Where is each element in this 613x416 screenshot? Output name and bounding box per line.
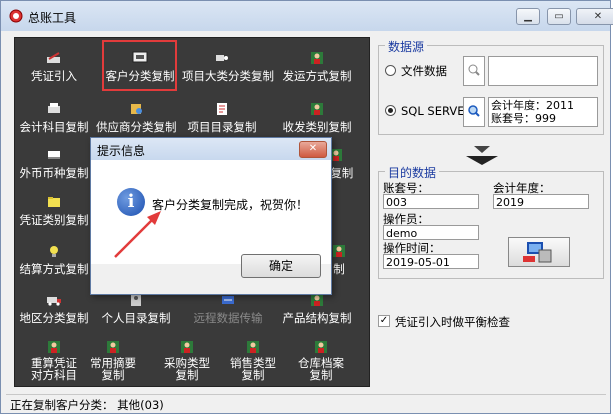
person-icon xyxy=(315,341,327,353)
target-connect-button[interactable] xyxy=(508,237,570,267)
tool-settlement-copy[interactable]: 结算方式复制 xyxy=(14,238,94,282)
sql-year: 会计年度：2011 xyxy=(491,99,574,112)
target-operator-value: demo xyxy=(386,227,418,240)
minimize-button[interactable]: ▁ xyxy=(516,8,540,25)
close-button[interactable]: ✕ xyxy=(576,8,613,25)
maximize-button[interactable]: ▭ xyxy=(547,8,571,25)
printer-icon xyxy=(48,103,60,113)
target-year-field[interactable]: 2019 xyxy=(493,194,589,209)
person-icon xyxy=(311,52,323,64)
target-group-title: 目的数据 xyxy=(385,164,440,181)
target-account-field[interactable]: 003 xyxy=(383,194,479,209)
tool-label: 远程数据传输 xyxy=(193,311,263,325)
tool-label: 供应商分类复制 xyxy=(96,120,177,134)
currency-icon xyxy=(48,151,60,159)
target-account-value: 003 xyxy=(386,196,407,209)
tool-shipping-method-copy[interactable]: 发运方式复制 xyxy=(277,45,357,89)
target-time-field[interactable]: 2019-05-01 xyxy=(383,254,479,269)
sql-account: 账套号：999 xyxy=(491,112,556,125)
cart-icon xyxy=(216,55,228,61)
dialog-close-button[interactable]: ✕ xyxy=(299,141,327,158)
transfer-icon xyxy=(222,296,234,304)
tool-label: 采购类型 复制 xyxy=(164,356,210,382)
file-data-radio[interactable] xyxy=(385,65,396,76)
app-icon xyxy=(9,9,23,23)
file-path-field[interactable] xyxy=(488,56,598,86)
arrow-down-icon xyxy=(466,146,498,165)
tool-supplier-class-copy[interactable]: 供应商分类复制 xyxy=(96,96,177,140)
dialog-title: 提示信息 xyxy=(97,144,146,158)
target-operator-field[interactable]: demo xyxy=(383,225,479,240)
pen-icon xyxy=(47,52,60,63)
sql-server-label: SQL SERVER xyxy=(401,104,473,118)
truck-icon xyxy=(47,297,61,306)
person-icon xyxy=(333,245,345,257)
tool-voucher-type-copy[interactable]: 凭证类别复制 xyxy=(14,189,94,233)
sql-connect-button[interactable] xyxy=(463,97,485,127)
tool-warehouse-copy[interactable]: 仓库档案 复制 xyxy=(286,334,356,382)
file-browse-button[interactable] xyxy=(463,56,485,86)
ok-button[interactable]: 确定 xyxy=(241,254,321,278)
tool-label: 外币币种复制 xyxy=(19,166,89,180)
tool-label: 仓库档案 复制 xyxy=(298,356,344,382)
folder-icon xyxy=(48,197,60,207)
search-icon xyxy=(468,64,480,76)
tool-voucher-import[interactable]: 凭证引入 xyxy=(14,45,94,89)
window-title: 总账工具 xyxy=(28,11,77,25)
tool-label: 会计科目复制 xyxy=(19,120,89,134)
main-window: 总账工具 ▁ ▭ ✕ 凭证引入 客户分类复制 项目大类分类复制 发运方式复制 会… xyxy=(0,0,613,414)
person-icon xyxy=(181,341,193,353)
balance-check-checkbox[interactable]: ✓ xyxy=(378,315,390,327)
contact-icon xyxy=(131,294,141,306)
sql-info-field: 会计年度：2011 账套号：999 xyxy=(488,97,598,127)
supplier-icon xyxy=(131,104,142,114)
tool-project-list-copy[interactable]: 项目目录复制 xyxy=(182,96,262,140)
tool-label: 常用摘要 复制 xyxy=(90,356,136,382)
source-group-title: 数据源 xyxy=(385,38,428,55)
database-computer-icon xyxy=(523,242,552,263)
status-text: 正在复制客户分类： 其他(03) xyxy=(10,398,164,412)
dialog-title-bar[interactable]: 提示信息 ✕ xyxy=(91,138,331,160)
tool-purchase-type-copy[interactable]: 采购类型 复制 xyxy=(152,334,222,382)
bulb-icon xyxy=(50,246,58,257)
tool-label: 地区分类复制 xyxy=(19,311,89,325)
person-icon xyxy=(107,341,119,353)
selected-tool-highlight xyxy=(102,40,177,91)
title-bar[interactable]: 总账工具 ▁ ▭ ✕ xyxy=(1,1,613,31)
dialog-message: 客户分类复制完成，祝贺你！ xyxy=(152,198,309,212)
sql-server-radio[interactable] xyxy=(385,105,396,116)
tool-label: 凭证类别复制 xyxy=(19,213,89,227)
tool-label: 产品结构复制 xyxy=(282,311,352,325)
tool-label: 结算方式复制 xyxy=(19,262,89,276)
tool-region-class-copy[interactable]: 地区分类复制 xyxy=(14,287,94,331)
person-icon xyxy=(48,341,60,353)
tool-label: 项目大类分类复制 xyxy=(182,69,274,83)
tool-io-category-copy[interactable]: 收发类别复制 xyxy=(277,96,357,140)
tool-sales-type-copy[interactable]: 销售类型 复制 xyxy=(218,334,288,382)
tool-label: 销售类型 复制 xyxy=(230,356,276,382)
tool-label: 发运方式复制 xyxy=(282,69,352,83)
target-time-value: 2019-05-01 xyxy=(386,256,450,269)
tool-label: 项目目录复制 xyxy=(187,120,257,134)
tool-account-copy[interactable]: 会计科目复制 xyxy=(14,96,94,140)
tool-summary-copy[interactable]: 常用摘要 复制 xyxy=(78,334,148,382)
target-year-value: 2019 xyxy=(496,196,524,209)
person-icon xyxy=(311,294,323,306)
tool-currency-copy[interactable]: 外币币种复制 xyxy=(14,142,94,186)
balance-check-label: 凭证引入时做平衡检查 xyxy=(395,315,510,329)
tool-label: 收发类别复制 xyxy=(282,120,352,134)
person-icon xyxy=(311,103,323,115)
annotation-arrow xyxy=(114,211,161,258)
document-icon xyxy=(217,103,227,115)
tool-project-category-copy[interactable]: 项目大类分类复制 xyxy=(182,45,274,89)
search-icon xyxy=(468,105,480,117)
tool-label: 个人目录复制 xyxy=(101,311,171,325)
file-data-label: 文件数据 xyxy=(401,64,447,78)
person-icon xyxy=(247,341,259,353)
tool-label: 凭证引入 xyxy=(31,69,77,83)
status-bar: 正在复制客户分类： 其他(03) xyxy=(6,394,606,412)
